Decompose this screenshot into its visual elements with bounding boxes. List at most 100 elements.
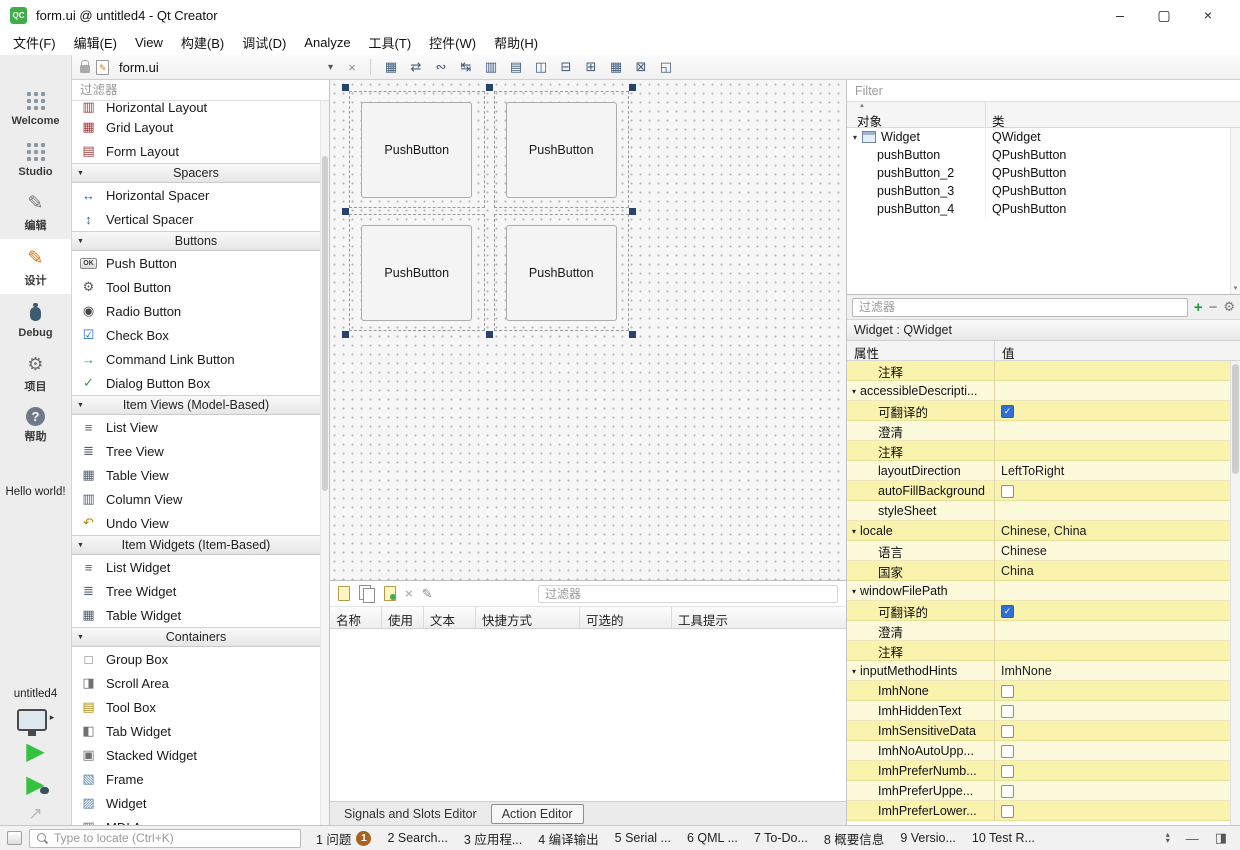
widget-category-header[interactable]: ▼ Buttons [72,231,320,251]
output-pane-toggle-icon[interactable]: ▴ ▾ [1166,831,1170,845]
property-row[interactable]: ▾ locale Chinese, China [847,521,1230,541]
minimize-output-icon[interactable]: — [1186,831,1199,846]
widget-item[interactable]: ✓ Dialog Button Box [72,371,320,395]
form-canvas[interactable]: PushButton PushButton PushButton PushButton [330,80,847,580]
widget-box-scrollbar[interactable] [320,101,329,825]
push-button-widget[interactable]: PushButton [505,224,617,321]
delete-action-icon[interactable]: × [405,586,413,601]
property-value[interactable] [995,741,1230,761]
widget-item[interactable]: ≡ List Widget [72,555,320,579]
property-value[interactable] [995,441,1230,461]
configure-property-editor-icon[interactable]: ⚙ [1223,299,1235,315]
checkbox[interactable] [1001,724,1014,738]
scrollbar-thumb[interactable] [322,156,328,491]
property-value[interactable]: ✓ [995,601,1230,621]
widget-item[interactable]: ▥MDI Area [72,815,320,825]
remove-dynamic-property-icon[interactable]: − [1209,299,1218,316]
toggle-right-sidebar-icon[interactable]: ◨ [1215,830,1227,846]
push-button-widget[interactable]: PushButton [505,101,617,198]
widget-item[interactable]: ⚙ Tool Button [72,275,320,299]
checkbox[interactable] [1001,704,1014,718]
menu-item[interactable]: 控件(W) [420,30,485,55]
property-row[interactable]: 澄清 [847,621,1230,641]
widget-category-header[interactable]: ▼ Item Views (Model-Based) [72,395,320,415]
property-value[interactable]: China [995,561,1230,581]
property-value[interactable]: ImhNone [995,661,1230,681]
widget-item[interactable]: OK Push Button [72,251,320,275]
property-row[interactable]: 语言 Chinese [847,541,1230,561]
copy-action-icon[interactable] [359,585,375,603]
property-value[interactable] [995,781,1230,801]
property-value[interactable] [995,501,1230,521]
lay-out-horizontally-icon[interactable]: ▥ [480,57,502,77]
checkbox[interactable] [1001,684,1014,698]
selection-handle[interactable] [342,84,349,91]
property-value[interactable] [995,701,1230,721]
widget-item[interactable]: ▨ Widget [72,791,320,815]
property-row[interactable]: 注释 [847,361,1230,381]
widget-item[interactable]: ↶ Undo View [72,511,320,535]
tab-signals-and-slots-editor[interactable]: Signals and Slots Editor [334,805,487,823]
widget-item[interactable]: ≣ Tree View [72,439,320,463]
widget-item[interactable]: ▦ Table View [72,463,320,487]
property-value[interactable] [995,761,1230,781]
column-header-value[interactable]: 值 [995,341,1240,361]
property-row[interactable]: layoutDirection LeftToRight [847,461,1230,481]
column-header-object[interactable]: ▲ 对象 [847,102,985,129]
maximize-button[interactable]: ▢ [1142,1,1186,29]
widget-item[interactable]: ▥ Horizontal Layout [72,101,320,115]
close-button[interactable]: × [1186,1,1230,29]
widget-item[interactable]: → Command Link Button [72,347,320,371]
widget-item[interactable]: ▤ Form Layout [72,139,320,163]
mode-projects[interactable]: ⚙ 项目 [0,345,71,400]
menu-item[interactable]: 编辑(E) [65,30,126,55]
widget-category-header[interactable]: ▼ Item Widgets (Item-Based) [72,535,320,555]
widget-item[interactable]: ▧ Frame [72,767,320,791]
menu-item[interactable]: 构建(B) [172,30,233,55]
break-layout-icon[interactable]: ⊠ [630,57,652,77]
property-row[interactable]: ▾ inputMethodHints ImhNone [847,661,1230,681]
widget-item[interactable]: ▦ Table Widget [72,603,320,627]
widget-item[interactable]: ↕ Vertical Spacer [72,207,320,231]
property-row[interactable]: ▾ accessibleDescripti... [847,381,1230,401]
minimize-button[interactable]: – [1098,1,1142,29]
toggle-left-sidebar-icon[interactable] [7,831,22,845]
selection-handle[interactable] [486,84,493,91]
column-header[interactable]: 快捷方式 [476,607,580,628]
add-dynamic-property-icon[interactable]: + [1194,299,1203,316]
property-row[interactable]: styleSheet [847,501,1230,521]
property-value[interactable]: Chinese [995,541,1230,561]
widget-filter-input[interactable] [72,80,329,101]
tab-action-editor[interactable]: Action Editor [490,803,584,824]
selection-handle[interactable] [342,331,349,338]
lay-out-vertically-in-splitter-icon[interactable]: ⊟ [555,57,577,77]
property-filter-input[interactable] [852,297,1188,317]
output-pane-button[interactable]: 4 编译输出 [530,826,606,850]
menu-item[interactable]: View [126,32,172,53]
object-filter-input[interactable] [847,80,1240,102]
locator[interactable] [29,828,301,848]
property-value[interactable] [995,681,1230,701]
push-button-widget[interactable]: PushButton [361,101,473,198]
column-header[interactable]: 名称 [330,607,382,628]
widget-category-header[interactable]: ▼ Spacers [72,163,320,183]
property-value[interactable] [995,421,1230,441]
selected-grid-layout[interactable]: PushButton PushButton PushButton PushButton [342,84,636,338]
column-header[interactable]: 文本 [424,607,476,628]
property-row[interactable]: autoFillBackground [847,481,1230,501]
column-header-property[interactable]: 属性 [847,341,995,361]
widget-category-header[interactable]: ▼ Containers [72,627,320,647]
column-header[interactable]: 使用 [382,607,424,628]
lay-out-vertically-icon[interactable]: ▤ [505,57,527,77]
widget-item[interactable]: ◧ Tab Widget [72,719,320,743]
output-pane-button[interactable]: 3 应用程... [456,826,530,850]
property-row[interactable]: 可翻译的 ✓ [847,401,1230,421]
property-row[interactable]: ImhHiddenText [847,701,1230,721]
property-row[interactable]: ImhPreferLower... [847,801,1230,821]
action-filter-input[interactable] [538,584,838,603]
property-row[interactable]: ImhPreferUppe... [847,781,1230,801]
checkbox[interactable] [1001,484,1014,498]
run-button[interactable]: ▶ [26,740,44,764]
edit-action-icon[interactable]: ✎ [422,586,433,602]
property-value[interactable] [995,361,1230,381]
